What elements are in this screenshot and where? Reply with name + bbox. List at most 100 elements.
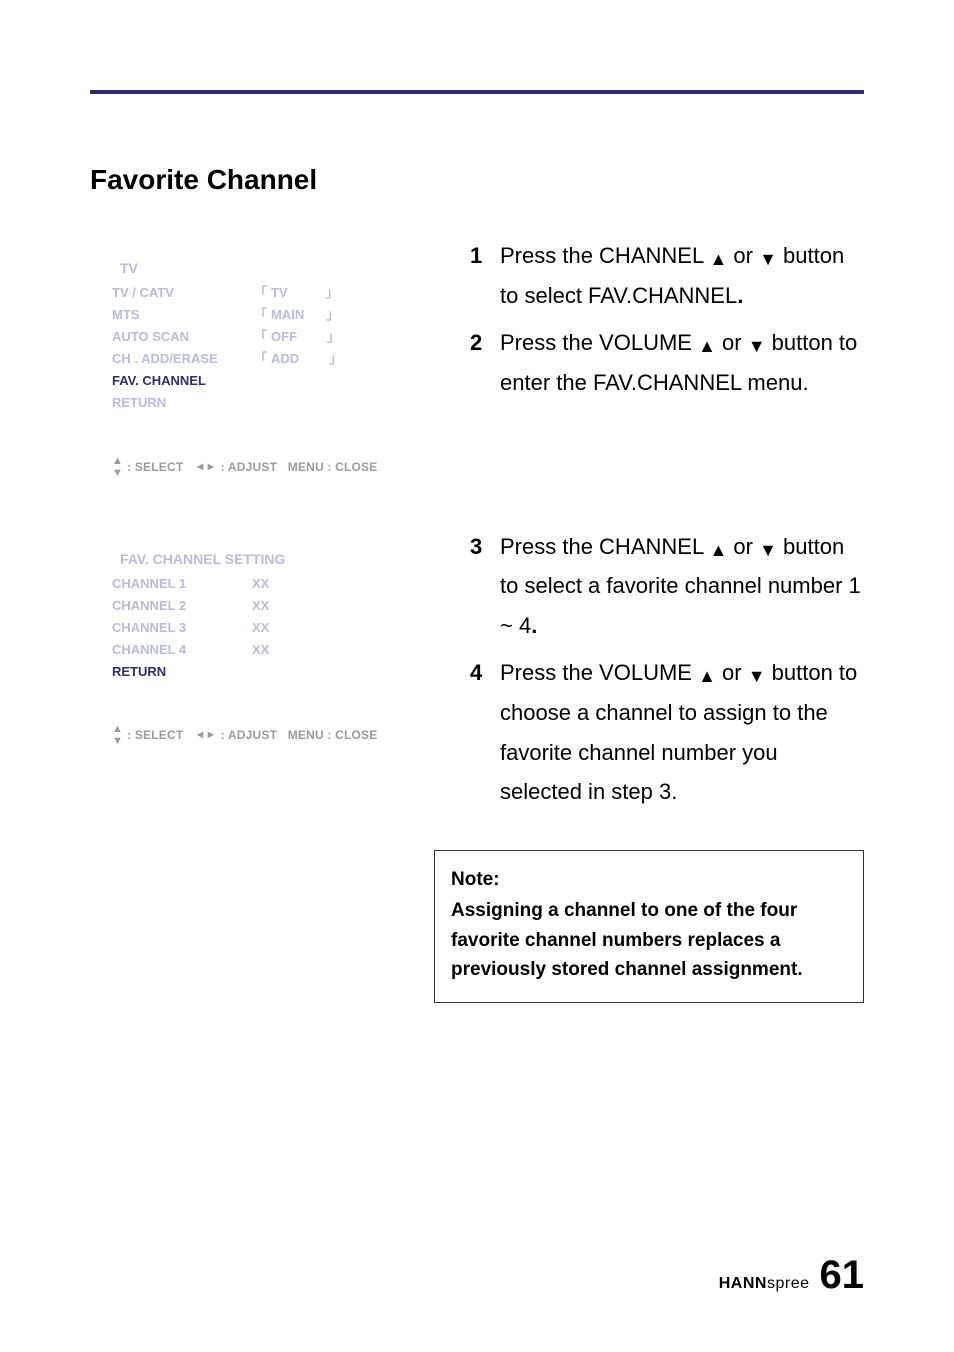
triangle-down-icon: ▼ [759, 541, 777, 559]
row-2: FAV. CHANNEL SETTING CHANNEL 1XXCHANNEL … [90, 527, 864, 820]
step: 1Press the CHANNEL ▲ or ▼ button to sele… [470, 236, 864, 315]
steps-block-b: 3Press the CHANNEL ▲ or ▼ button to sele… [470, 527, 864, 820]
brand-rest: spree [767, 1275, 810, 1292]
osd-row: CHANNEL 4XX [112, 639, 412, 661]
leftright-icon: ◄► [194, 729, 216, 741]
osd-row-label: CHANNEL 4 [112, 639, 252, 661]
osd-row-label: TV / CATV [112, 282, 252, 304]
osd-tv-title: TV [120, 260, 412, 276]
osd-row-value: XX [252, 639, 269, 661]
updown-icon: ▲▼ [112, 723, 123, 747]
brand-bold: HANN [719, 1275, 767, 1292]
section-title: Favorite Channel [90, 164, 864, 196]
triangle-up-icon: ▲ [698, 667, 716, 685]
osd-footer-rest: : ADJUST MENU : CLOSE [221, 460, 378, 474]
step: 2Press the VOLUME ▲ or ▼ button to enter… [470, 323, 864, 402]
step-text-pre: Press the CHANNEL [500, 534, 709, 559]
bracket-right-icon: 」 [324, 282, 341, 304]
osd-row-value-wrap: XX [252, 617, 269, 639]
osd-row-label: RETURN [112, 392, 252, 414]
bracket-left-icon: 「 [252, 348, 269, 370]
osd-row-value: XX [252, 617, 269, 639]
osd-row-value: OFF [271, 326, 297, 348]
osd-row-label: RETURN [112, 661, 252, 683]
osd-row-label: AUTO SCAN [112, 326, 252, 348]
arrow-separator: or [727, 243, 759, 268]
step-text: Press the CHANNEL ▲ or ▼ button to selec… [500, 527, 864, 646]
triangle-down-icon: ▼ [748, 667, 766, 685]
osd-row-label: CH . ADD/ERASE [112, 348, 252, 370]
osd-row-label: FAV. CHANNEL [112, 370, 252, 392]
osd-row-label: CHANNEL 1 [112, 573, 252, 595]
osd-row: CH . ADD/ERASE「ADD 」 [112, 348, 412, 370]
step-text: Press the VOLUME ▲ or ▼ button to enter … [500, 323, 864, 402]
osd-row: CHANNEL 2XX [112, 595, 412, 617]
header-divider [90, 90, 864, 94]
leftright-icon: ◄► [194, 461, 216, 473]
step-number: 3 [470, 527, 488, 646]
step: 4Press the VOLUME ▲ or ▼ button to choos… [470, 653, 864, 811]
step-number: 4 [470, 653, 488, 811]
brand: HANNspree [719, 1275, 810, 1293]
page-footer: HANNspree 61 [719, 1253, 864, 1298]
steps-block-a: 1Press the CHANNEL ▲ or ▼ button to sele… [470, 236, 864, 497]
osd-row-value: MAIN [271, 304, 304, 326]
arrow-separator: or [716, 330, 748, 355]
osd-row-value-wrap: XX [252, 595, 269, 617]
bracket-right-icon: 」 [324, 304, 341, 326]
arrow-separator: or [727, 534, 759, 559]
osd-row-value: ADD [271, 348, 299, 370]
step-text-pre: Press the VOLUME [500, 660, 698, 685]
step-text-pre: Press the CHANNEL [500, 243, 709, 268]
osd-tv-footer: ▲▼ : SELECT ◄► : ADJUST MENU : CLOSE [112, 455, 412, 479]
bracket-right-icon: 」 [327, 348, 344, 370]
updown-icon: ▲▼ [112, 455, 123, 479]
note-box: Note: Assigning a channel to one of the … [434, 850, 864, 1004]
osd-row: FAV. CHANNEL [112, 370, 412, 392]
osd-row-value: XX [252, 595, 269, 617]
osd-row: TV / CATV「TV」 [112, 282, 412, 304]
row-1: TV TV / CATV「TV」MTS「MAIN」AUTO SCAN「OFF」C… [90, 236, 864, 497]
osd-fav-title: FAV. CHANNEL SETTING [120, 551, 412, 567]
step-text: Press the CHANNEL ▲ or ▼ button to selec… [500, 236, 864, 315]
osd-row: CHANNEL 1XX [112, 573, 412, 595]
osd-row: RETURN [112, 392, 412, 414]
osd-footer-rest: : ADJUST MENU : CLOSE [221, 728, 378, 742]
step-number: 2 [470, 323, 488, 402]
osd-row-value-wrap: 「TV」 [252, 282, 341, 304]
step-number: 1 [470, 236, 488, 315]
arrow-separator: or [716, 660, 748, 685]
bracket-left-icon: 「 [252, 326, 269, 348]
triangle-up-icon: ▲ [709, 250, 727, 268]
osd-row-value-wrap: 「ADD 」 [252, 348, 344, 370]
triangle-down-icon: ▼ [759, 250, 777, 268]
osd-row-value-wrap: XX [252, 573, 269, 595]
osd-row: MTS「MAIN 」 [112, 304, 412, 326]
osd-row-label: MTS [112, 304, 252, 326]
osd-row-label: CHANNEL 2 [112, 595, 252, 617]
triangle-down-icon: ▼ [748, 337, 766, 355]
osd-row: RETURN [112, 661, 412, 683]
bracket-left-icon: 「 [252, 282, 269, 304]
osd-footer-select: : SELECT [127, 728, 190, 742]
bold-period: . [531, 613, 537, 638]
bracket-left-icon: 「 [252, 304, 269, 326]
osd-footer-select: : SELECT [127, 460, 190, 474]
osd-panel-fav: FAV. CHANNEL SETTING CHANNEL 1XXCHANNEL … [90, 527, 430, 820]
step-text-pre: Press the VOLUME [500, 330, 698, 355]
osd-row-value: XX [252, 573, 269, 595]
bracket-right-icon: 」 [325, 326, 342, 348]
step-text: Press the VOLUME ▲ or ▼ button to choose… [500, 653, 864, 811]
osd-panel-tv: TV TV / CATV「TV」MTS「MAIN」AUTO SCAN「OFF」C… [90, 236, 430, 497]
triangle-up-icon: ▲ [698, 337, 716, 355]
osd-row-value-wrap: 「OFF 」 [252, 326, 342, 348]
osd-fav-footer: ▲▼ : SELECT ◄► : ADJUST MENU : CLOSE [112, 723, 412, 747]
osd-row: AUTO SCAN「OFF 」 [112, 326, 412, 348]
page: Favorite Channel TV TV / CATV「TV」MTS「MAI… [0, 0, 954, 1352]
osd-row-value-wrap: XX [252, 639, 269, 661]
osd-row-label: CHANNEL 3 [112, 617, 252, 639]
step: 3Press the CHANNEL ▲ or ▼ button to sele… [470, 527, 864, 646]
bold-period: . [737, 283, 743, 308]
triangle-up-icon: ▲ [709, 541, 727, 559]
osd-row-value-wrap: 「MAIN 」 [252, 304, 341, 326]
